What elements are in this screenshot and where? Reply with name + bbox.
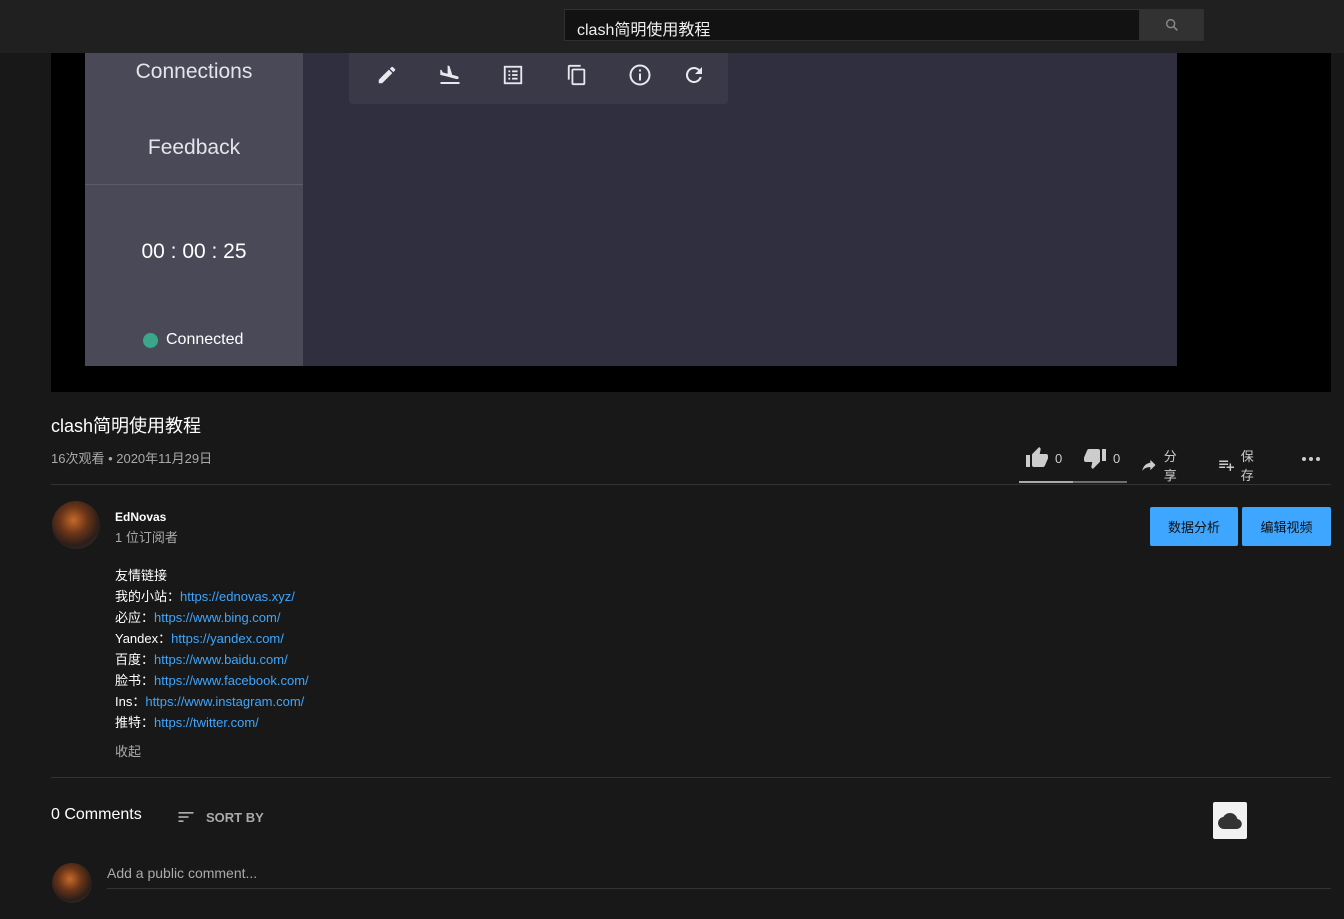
top-bar: clash简明使用教程 xyxy=(0,0,1344,53)
description-line: Yandex：https://yandex.com/ xyxy=(115,628,309,649)
search-input[interactable]: clash简明使用教程 xyxy=(564,9,1140,41)
video-meta: 16次观看 • 2020年11月29日 xyxy=(51,451,213,466)
video-frame-app-window: Connections Feedback 00 : 00 : 25 Connec… xyxy=(85,53,1177,366)
like-count: 0 xyxy=(1055,450,1063,466)
dislike-count: 0 xyxy=(1113,450,1121,466)
like-button[interactable]: 0 xyxy=(1025,446,1062,470)
sort-icon xyxy=(178,812,194,822)
more-horizontal-icon xyxy=(1302,457,1320,461)
video-description: 友情链接 我的小站：https://ednovas.xyz/ 必应：https:… xyxy=(115,565,309,733)
save-label: 保存 xyxy=(1240,449,1254,483)
link-label: 脸书： xyxy=(115,673,155,688)
divider xyxy=(51,777,1331,778)
subscriber-count: 1 位订阅者 xyxy=(115,530,178,545)
landing-icon xyxy=(437,62,463,88)
search-icon xyxy=(1165,18,1178,31)
link-label: 推特： xyxy=(115,715,155,730)
description-link[interactable]: https://twitter.com/ xyxy=(154,715,259,730)
comment-input[interactable]: Add a public comment... xyxy=(107,862,1331,889)
sort-comments-button[interactable]: SORT BY xyxy=(176,807,264,827)
link-label: Yandex： xyxy=(115,631,172,646)
thumbs-up-icon xyxy=(1026,447,1048,467)
playlist-add-icon xyxy=(1219,460,1235,471)
link-label: 必应： xyxy=(115,610,155,625)
cloud-button[interactable] xyxy=(1213,802,1247,839)
search-button[interactable] xyxy=(1139,9,1204,41)
status-dot-icon xyxy=(143,332,158,348)
analytics-button[interactable]: 数据分析 xyxy=(1150,507,1238,546)
description-link[interactable]: https://www.instagram.com/ xyxy=(145,694,304,709)
sidebar-item-feedback: Feedback xyxy=(147,136,241,159)
description-link[interactable]: https://www.facebook.com/ xyxy=(154,673,309,688)
status-label: Connected xyxy=(166,331,244,348)
share-icon xyxy=(1142,459,1156,471)
connection-status: Connected xyxy=(143,331,243,349)
app-sidebar: Connections Feedback 00 : 00 : 25 Connec… xyxy=(85,53,303,366)
description-link[interactable]: https://www.baidu.com/ xyxy=(154,652,288,667)
dislike-button[interactable]: 0 xyxy=(1083,446,1120,470)
description-heading: 友情链接 xyxy=(115,568,168,583)
sort-label: SORT BY xyxy=(206,809,264,825)
pencil-icon xyxy=(374,62,400,88)
like-ratio-bar xyxy=(1019,481,1127,483)
like-ratio-fill xyxy=(1019,481,1073,483)
info-icon xyxy=(627,62,653,88)
description-link[interactable]: https://ednovas.xyz/ xyxy=(180,589,295,604)
video-player[interactable]: Connections Feedback 00 : 00 : 25 Connec… xyxy=(51,53,1331,392)
connection-timer: 00 : 00 : 25 xyxy=(141,240,247,263)
channel-name[interactable]: EdNovas xyxy=(115,510,166,524)
description-line: 百度：https://www.baidu.com/ xyxy=(115,649,309,670)
share-label: 分享 xyxy=(1163,449,1177,483)
more-actions-button[interactable] xyxy=(1299,446,1323,470)
user-avatar xyxy=(52,863,92,903)
thumbs-down-icon xyxy=(1084,449,1106,469)
channel-avatar[interactable] xyxy=(52,501,100,549)
link-label: Ins： xyxy=(115,694,146,709)
description-line: 必应：https://www.bing.com/ xyxy=(115,607,309,628)
sidebar-divider xyxy=(85,184,303,185)
app-toolbar xyxy=(349,53,728,104)
save-button[interactable]: 保存 xyxy=(1217,446,1260,484)
collapse-description-button[interactable]: 收起 xyxy=(115,741,141,760)
description-link[interactable]: https://yandex.com/ xyxy=(171,631,284,646)
video-title: clash简明使用教程 xyxy=(51,416,202,436)
refresh-icon xyxy=(681,62,707,88)
copy-icon xyxy=(564,62,590,88)
link-label: 百度： xyxy=(115,652,155,667)
cloud-icon xyxy=(1218,812,1242,829)
edit-video-button[interactable]: 编辑视频 xyxy=(1242,507,1331,546)
divider xyxy=(51,484,1331,485)
list-icon xyxy=(500,62,526,88)
description-line: Ins：https://www.instagram.com/ xyxy=(115,691,309,712)
description-link[interactable]: https://www.bing.com/ xyxy=(154,610,280,625)
share-button[interactable]: 分享 xyxy=(1140,446,1183,484)
description-line: 我的小站：https://ednovas.xyz/ xyxy=(115,586,309,607)
description-line: 脸书：https://www.facebook.com/ xyxy=(115,670,309,691)
link-label: 我的小站： xyxy=(115,589,181,604)
description-line: 推特：https://twitter.com/ xyxy=(115,712,309,733)
sidebar-item-connections: Connections xyxy=(135,60,253,83)
comments-count: 0 Comments xyxy=(51,806,142,823)
